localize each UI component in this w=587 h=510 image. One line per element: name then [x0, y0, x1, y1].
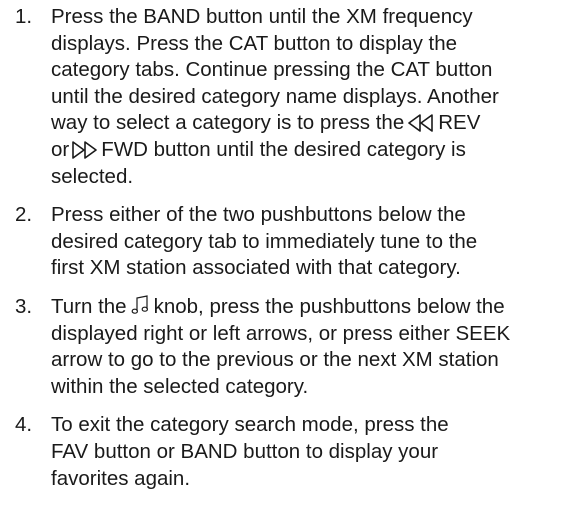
rev-label: REV	[438, 111, 481, 135]
step-4: 4. To exit the category search mode, pre…	[15, 412, 577, 492]
step-number: 4.	[15, 413, 33, 437]
step-text: Press the BAND button until the XM frequ…	[51, 4, 577, 190]
step-text: Press either of the two pushbuttons belo…	[51, 203, 478, 280]
step-3: 3. Turn the knob, press the pushbuttons b…	[15, 294, 577, 400]
step-3-after: knob, press the pushbuttons below the	[153, 294, 505, 318]
fwd-label: FWD button until the desired category is	[101, 137, 466, 161]
step-2: 2. Press either of the two pushbuttons b…	[15, 202, 577, 282]
step-text: Turn the knob, press the pushbuttons belo…	[51, 294, 577, 400]
step-number: 1.	[15, 5, 33, 28]
music-note-icon	[131, 295, 149, 315]
step-3-before: Turn the	[51, 294, 127, 318]
instruction-document: 1. Press the BAND button until the XM fr…	[0, 0, 587, 510]
rewind-icon	[408, 114, 434, 133]
step-number: 2.	[15, 203, 33, 227]
step-1-tail: selected.	[51, 164, 134, 188]
fast-forward-icon	[71, 141, 98, 159]
step-text: To exit the category search mode, press …	[51, 413, 449, 490]
step-number: 3.	[15, 294, 33, 318]
step-1: 1. Press the BAND button until the XM fr…	[15, 4, 577, 190]
step-3-rest: displayed right or left arrows, or press…	[51, 321, 511, 398]
or-label: or	[51, 137, 70, 161]
instruction-steps: 1. Press the BAND button until the XM fr…	[15, 4, 577, 492]
